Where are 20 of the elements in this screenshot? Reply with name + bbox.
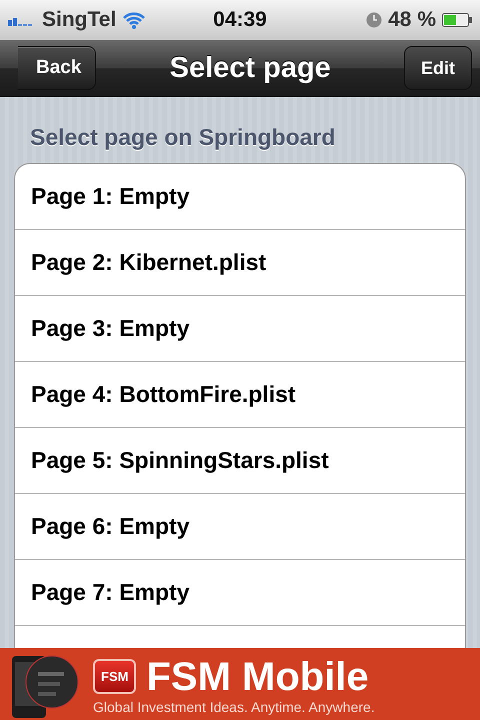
page-row[interactable]: Page 2: Kibernet.plist <box>15 230 465 296</box>
battery-percentage: 48 % <box>388 8 436 32</box>
page-row[interactable]: Page 6: Empty <box>15 494 465 560</box>
brand-logo: FSM <box>93 659 136 694</box>
page-row[interactable]: Page 3: Empty <box>15 296 465 362</box>
clock-time: 04:39 <box>213 8 267 32</box>
ad-banner[interactable]: FSM FSM Mobile Global Investment Ideas. Anytime. Anywhere. <box>0 648 480 720</box>
page-row[interactable]: Page 4: BottomFire.plist <box>15 362 465 428</box>
carrier-name: SingTel <box>42 8 116 32</box>
section-header: Select page on Springboard <box>29 123 336 152</box>
battery-icon <box>442 13 472 27</box>
page-row[interactable]: Page 7: Empty <box>15 560 465 626</box>
edit-button[interactable]: Edit <box>404 46 472 90</box>
alarm-clock-icon <box>366 12 382 28</box>
page-row[interactable]: Page 5: SpinningStars.plist <box>15 428 465 494</box>
ad-tagline: Global Investment Ideas. Anytime. Anywhere. <box>93 698 375 714</box>
ad-title: FSM Mobile <box>146 654 369 698</box>
screen-title: Select page <box>170 52 331 84</box>
wifi-icon <box>122 11 146 29</box>
page-row[interactable]: Page 1: Empty <box>15 164 465 230</box>
